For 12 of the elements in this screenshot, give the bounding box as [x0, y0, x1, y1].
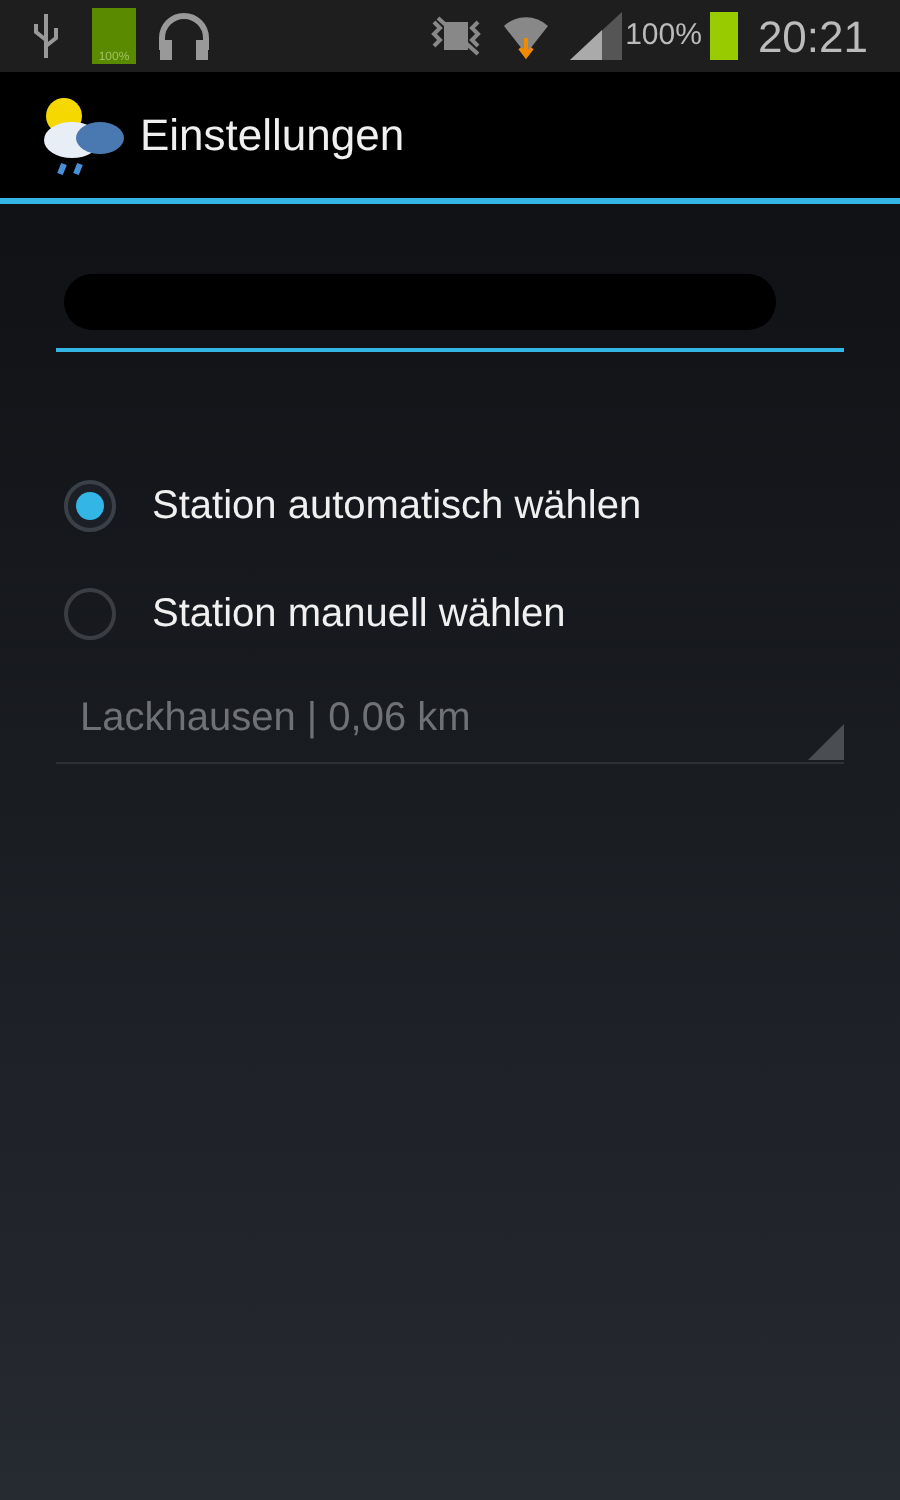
- signal-icon: [569, 12, 622, 60]
- dropdown-corner-icon: [808, 724, 844, 760]
- battery-percent: 100%: [625, 15, 702, 56]
- radio-button[interactable]: [64, 480, 116, 532]
- radio-button[interactable]: [64, 588, 116, 640]
- radio-label[interactable]: Station automatisch wählen: [152, 476, 642, 536]
- battery-icon: [709, 12, 738, 60]
- headphones-icon: [156, 10, 212, 62]
- radio-label[interactable]: Station manuell wählen: [152, 584, 566, 644]
- usb-icon: [32, 12, 60, 60]
- clock: 20:21: [757, 9, 868, 65]
- screen-title: Einstellungen: [140, 108, 405, 164]
